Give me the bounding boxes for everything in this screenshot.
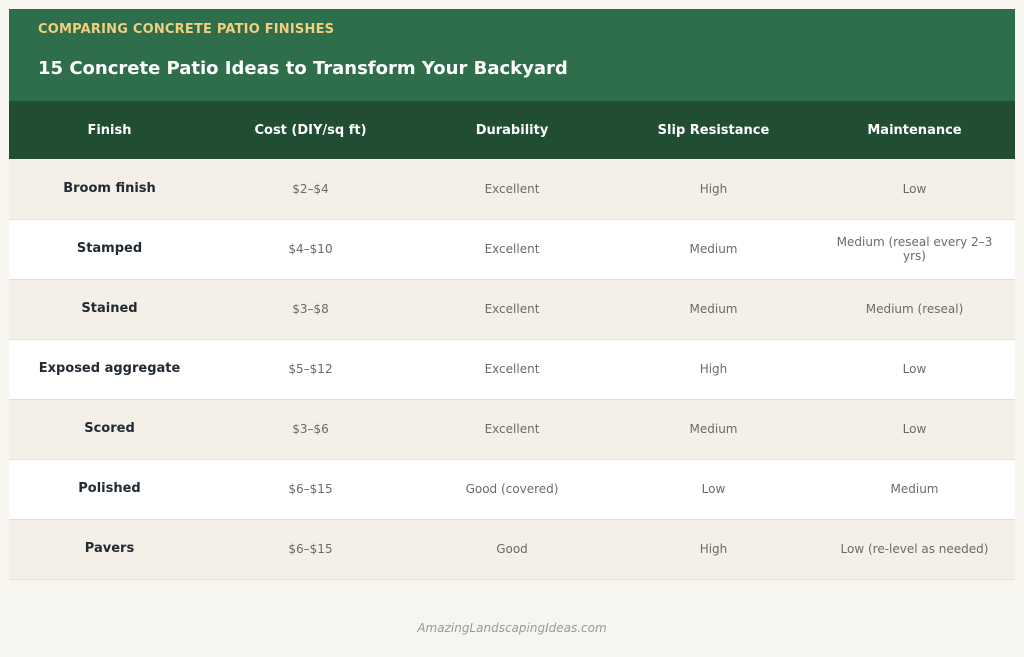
maintenance-cell: Medium (reseal) xyxy=(865,302,964,316)
cost-cell: $6–$15 xyxy=(288,482,333,496)
durability-cell: Excellent xyxy=(484,362,540,376)
maintenance-cell: Low xyxy=(902,422,927,436)
cost-cell: $4–$10 xyxy=(288,242,333,256)
maintenance-cell: Low (re-level as needed) xyxy=(840,542,989,556)
finish-cell: Exposed aggregate xyxy=(38,361,181,376)
table-row: Broom finish $2–$4 Excellent High Low xyxy=(9,159,1015,219)
durability-cell: Excellent xyxy=(484,181,540,196)
cost-cell: $3–$6 xyxy=(292,422,329,436)
table-row: Polished $6–$15 Good (covered) Low Mediu… xyxy=(9,459,1015,519)
table-row: Stamped $4–$10 Excellent Medium Medium (… xyxy=(9,219,1015,279)
cost-cell: $5–$12 xyxy=(288,362,333,376)
eyebrow-label: COMPARING CONCRETE PATIO FINISHES xyxy=(38,22,335,37)
finish-cell: Polished xyxy=(78,481,141,496)
durability-cell: Good xyxy=(496,542,528,556)
table-row: Stained $3–$8 Excellent Medium Medium (r… xyxy=(9,279,1015,339)
table-row: Scored $3–$6 Excellent Medium Low xyxy=(9,399,1015,459)
page-title: 15 Concrete Patio Ideas to Transform You… xyxy=(38,58,568,79)
comparison-table: Finish Cost (DIY/sq ft) Durability Slip … xyxy=(9,101,1015,580)
finish-cell: Scored xyxy=(84,421,135,436)
maintenance-cell: Low xyxy=(902,181,927,196)
table-body: Broom finish $2–$4 Excellent High Low St… xyxy=(9,159,1015,579)
slip-resistance-cell: Low xyxy=(701,482,726,496)
slip-resistance-cell: High xyxy=(699,362,728,376)
header-banner: COMPARING CONCRETE PATIO FINISHES 15 Con… xyxy=(9,9,1015,101)
table-row: Exposed aggregate $5–$12 Excellent High … xyxy=(9,339,1015,399)
cost-cell: $6–$15 xyxy=(288,542,333,556)
slip-resistance-cell: Medium xyxy=(689,242,738,256)
finish-cell: Stamped xyxy=(76,241,143,256)
maintenance-cell: Low xyxy=(902,362,927,376)
slip-resistance-cell: Medium xyxy=(689,302,738,316)
table-row: Pavers $6–$15 Good High Low (re-level as… xyxy=(9,519,1015,579)
column-header-durability: Durability xyxy=(475,122,549,138)
slip-resistance-cell: Medium xyxy=(689,422,738,436)
cost-cell: $3–$8 xyxy=(292,302,329,316)
column-header-cost: Cost (DIY/sq ft) xyxy=(254,122,367,138)
maintenance-cell: Medium (reseal every 2–3 yrs) xyxy=(836,235,993,263)
column-header-maintenance: Maintenance xyxy=(867,122,962,138)
slip-resistance-cell: High xyxy=(699,542,728,556)
column-header-slip-resistance: Slip Resistance xyxy=(657,122,770,138)
finish-cell: Pavers xyxy=(84,541,135,556)
cost-cell: $2–$4 xyxy=(292,181,329,196)
comparison-card: COMPARING CONCRETE PATIO FINISHES 15 Con… xyxy=(9,9,1015,580)
finish-cell: Broom finish xyxy=(63,180,156,196)
durability-cell: Excellent xyxy=(484,422,540,436)
finish-cell: Stained xyxy=(81,301,138,316)
durability-cell: Excellent xyxy=(484,242,540,256)
column-header-finish: Finish xyxy=(87,122,132,138)
footer-credit: AmazingLandscapingIdeas.com xyxy=(417,621,607,635)
slip-resistance-cell: High xyxy=(699,181,728,196)
durability-cell: Good (covered) xyxy=(465,482,559,496)
table-header: Finish Cost (DIY/sq ft) Durability Slip … xyxy=(9,101,1015,159)
maintenance-cell: Medium xyxy=(890,482,939,496)
header-row: Finish Cost (DIY/sq ft) Durability Slip … xyxy=(9,101,1015,159)
durability-cell: Excellent xyxy=(484,302,540,316)
